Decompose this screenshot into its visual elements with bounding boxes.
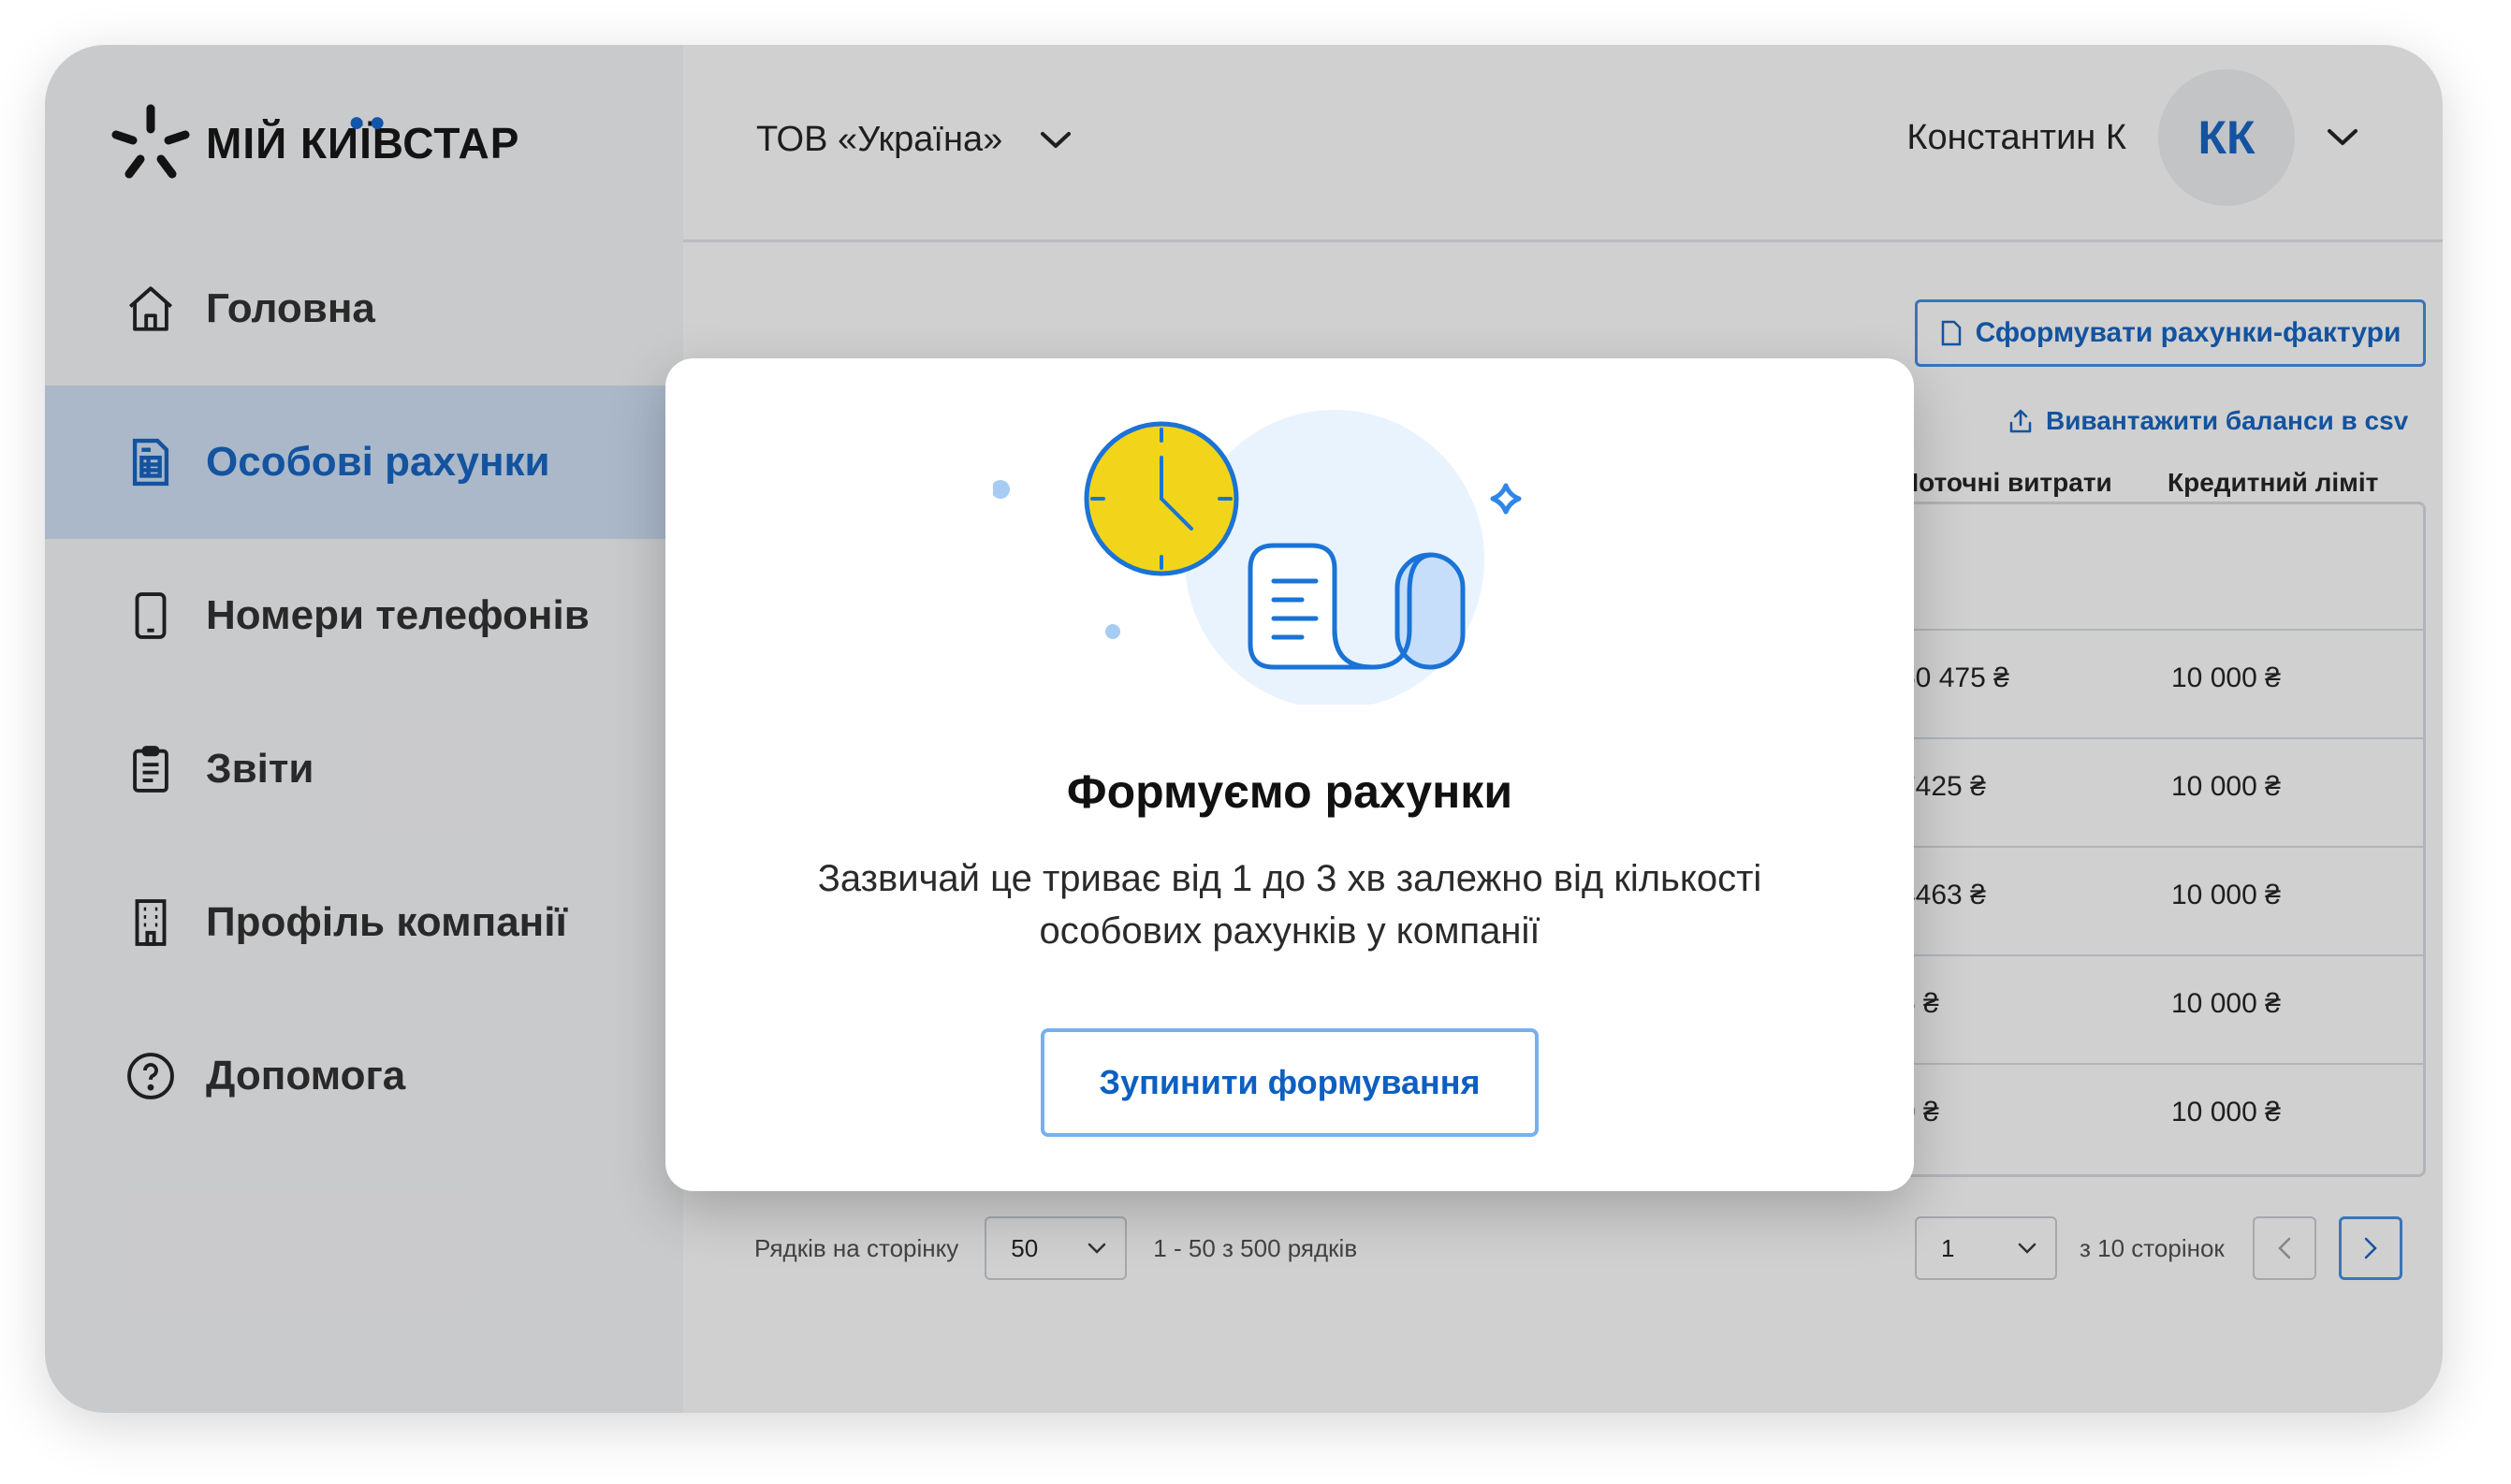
modal-title: Формуємо рахунки xyxy=(1066,765,1513,818)
generating-invoices-modal: Формуємо рахунки Зазвичай це триває від … xyxy=(665,358,1914,1191)
app-window: МІЙ КИЇВСТАР ●● Головна Особові рахунки … xyxy=(45,45,2443,1413)
stop-generation-button[interactable]: Зупинити формування xyxy=(1041,1028,1539,1137)
modal-description: Зазвичай це триває від 1 до 3 хв залежно… xyxy=(817,858,1762,952)
invoice-clock-illustration xyxy=(993,410,1522,705)
stop-generation-label: Зупинити формування xyxy=(1099,1063,1481,1101)
